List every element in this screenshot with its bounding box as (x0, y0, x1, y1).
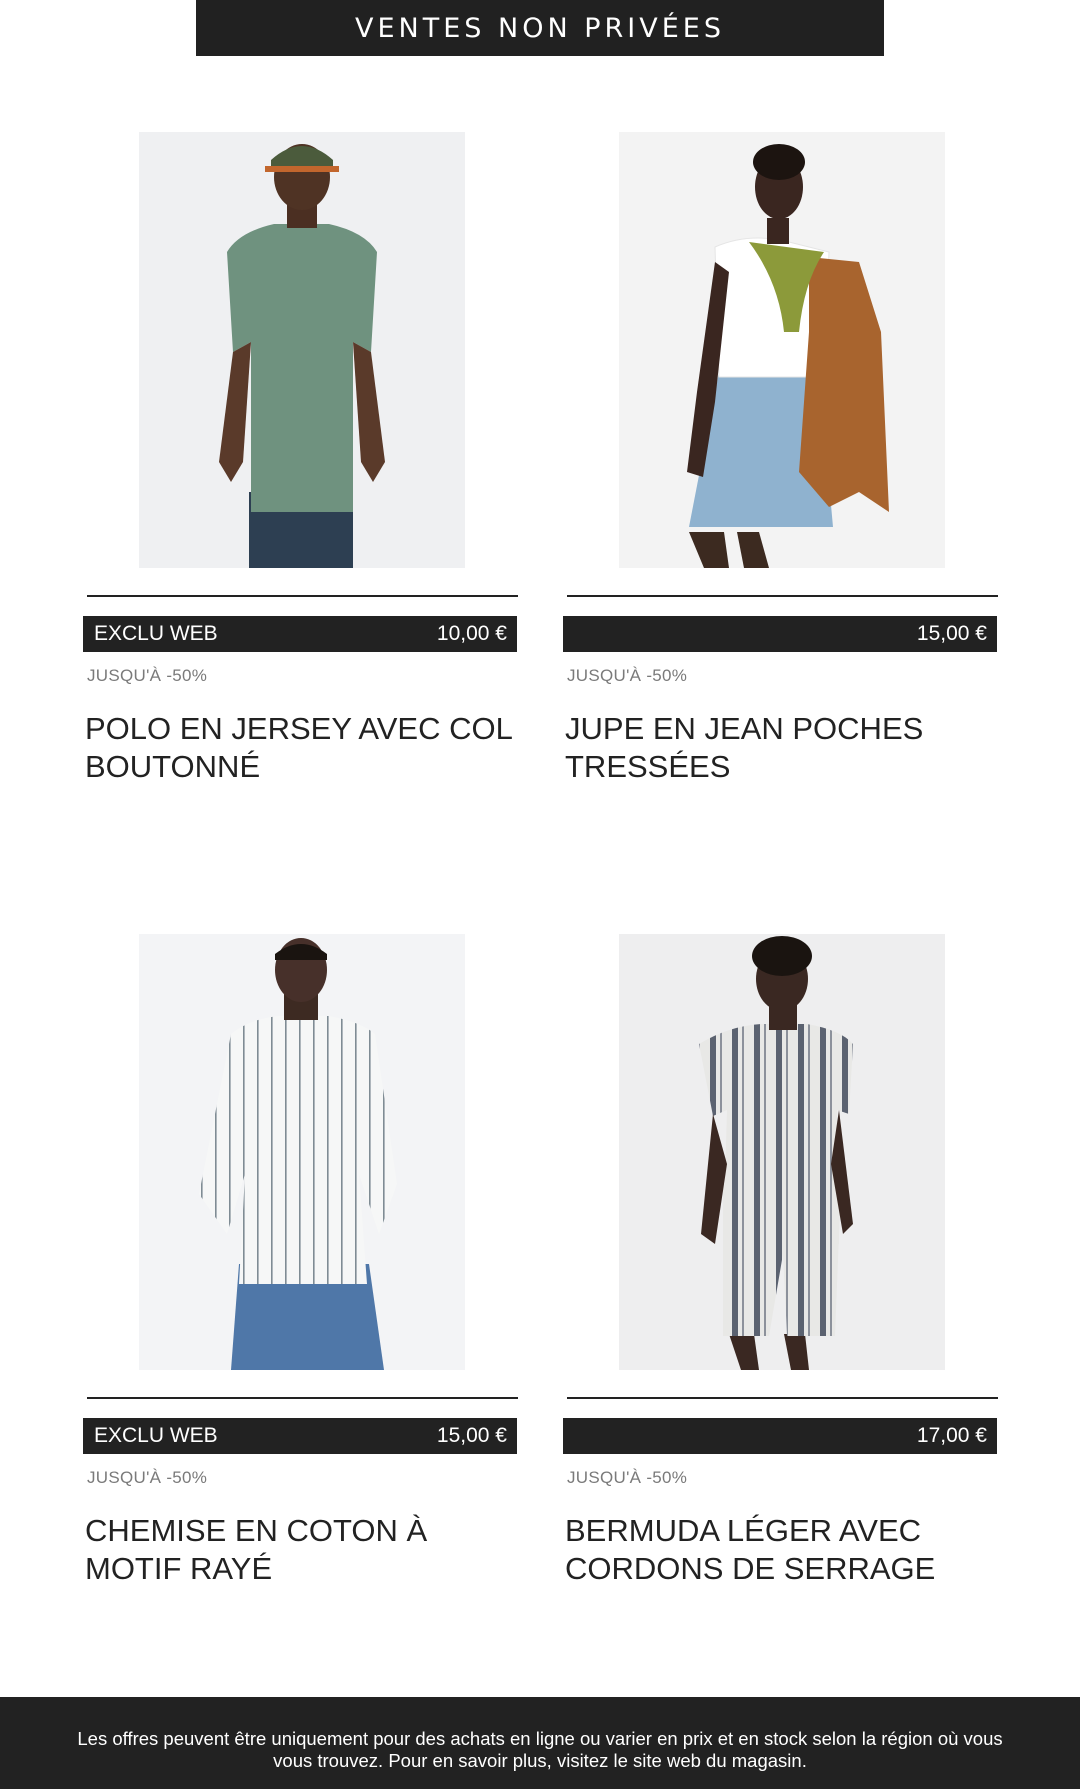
sale-banner[interactable]: VENTES NON PRIVÉES (196, 0, 884, 56)
product-title[interactable]: POLO EN JERSEY AVEC COL BOUTONNÉ (85, 710, 521, 786)
product-photo-shirt[interactable] (139, 934, 465, 1370)
price: 17,00 € (916, 1424, 987, 1447)
product-photo-skirt[interactable] (619, 132, 945, 568)
discount-label: JUSQU'À -50% (567, 666, 688, 685)
divider (567, 1397, 998, 1399)
product-photo-polo[interactable] (139, 132, 465, 568)
disclaimer-text: Les offres peuvent être uniquement pour … (77, 1728, 1003, 1771)
price: 10,00 € (436, 622, 507, 645)
divider (87, 595, 518, 597)
price: 15,00 € (436, 1424, 507, 1447)
divider (567, 595, 998, 597)
price-bar: 17,00 € (563, 1418, 997, 1454)
exclu-badge: EXCLU WEB (94, 1424, 218, 1447)
banner-title: VENTES NON PRIVÉES (355, 12, 725, 44)
product-title[interactable]: CHEMISE EN COTON À MOTIF RAYÉ (85, 1512, 521, 1588)
price-bar: EXCLU WEB 10,00 € (83, 616, 517, 652)
discount-label: JUSQU'À -50% (87, 666, 208, 685)
product-photo-bermuda[interactable] (619, 934, 945, 1370)
discount-label: JUSQU'À -50% (567, 1468, 688, 1487)
footer-disclaimer: Les offres peuvent être uniquement pour … (0, 1697, 1080, 1789)
price-bar: EXCLU WEB 15,00 € (83, 1418, 517, 1454)
product-title[interactable]: JUPE EN JEAN POCHES TRESSÉES (565, 710, 1001, 786)
price-bar: 15,00 € (563, 616, 997, 652)
divider (87, 1397, 518, 1399)
price: 15,00 € (916, 622, 987, 645)
exclu-badge: EXCLU WEB (94, 622, 218, 645)
product-title[interactable]: BERMUDA LÉGER AVEC CORDONS DE SERRAGE (565, 1512, 1001, 1588)
discount-label: JUSQU'À -50% (87, 1468, 208, 1487)
